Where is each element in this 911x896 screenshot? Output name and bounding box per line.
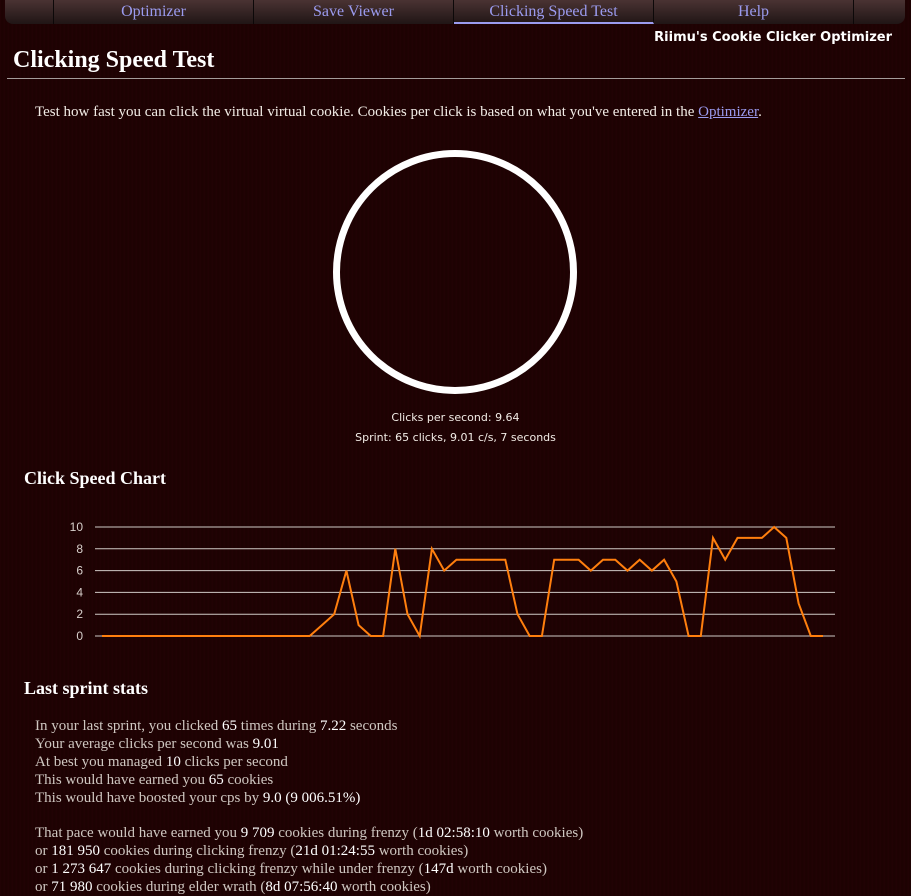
nav-spacer-left [5, 0, 54, 24]
nav-tab-optimizer[interactable]: Optimizer [54, 0, 254, 24]
nav-spacer-right [854, 0, 901, 24]
y-tick-label: 2 [76, 607, 83, 621]
site-brand: Riimu's Cookie Clicker Optimizer [654, 30, 892, 45]
stat-best-cps: At best you managed 10 clicks per second [35, 753, 397, 771]
y-tick-label: 8 [76, 542, 83, 556]
stat-clicks-duration: In your last sprint, you clicked 65 time… [35, 717, 397, 735]
projection-elder-wrath: or 71 980 cookies during elder wrath (8d… [35, 878, 583, 896]
projection-clicking-frenzy-under-frenzy: or 1 273 647 cookies during clicking fre… [35, 860, 583, 878]
intro-text: Test how fast you can click the virtual … [35, 104, 762, 121]
click-speed-chart: 0 2 4 6 8 10 [60, 515, 850, 645]
stat-cookies-earned: This would have earned you 65 cookies [35, 771, 397, 789]
top-navigation: Optimizer Save Viewer Clicking Speed Tes… [5, 0, 905, 24]
intro-suffix: . [758, 104, 762, 120]
chart-y-tick-labels: 0 2 4 6 8 10 [70, 520, 84, 643]
projection-frenzy: That pace would have earned you 9 709 co… [35, 824, 583, 842]
stat-cps-boost: This would have boosted your cps by 9.0 … [35, 789, 397, 807]
nav-tab-help[interactable]: Help [654, 0, 854, 24]
y-tick-label: 4 [76, 585, 83, 599]
sprint-stats-projections: That pace would have earned you 9 709 co… [35, 824, 583, 896]
sprint-stats-summary: In your last sprint, you clicked 65 time… [35, 717, 397, 807]
sprint-readout: Sprint: 65 clicks, 9.01 c/s, 7 seconds [0, 431, 911, 444]
y-tick-label: 10 [70, 520, 84, 534]
intro-body: Test how fast you can click the virtual … [35, 104, 698, 120]
page-title: Clicking Speed Test [13, 47, 214, 74]
nav-tab-save-viewer[interactable]: Save Viewer [254, 0, 454, 24]
nav-tab-clicking-speed-test[interactable]: Clicking Speed Test [454, 0, 654, 24]
chart-section-title: Click Speed Chart [24, 468, 166, 489]
stat-average-cps: Your average clicks per second was 9.01 [35, 735, 397, 753]
click-cookie-button[interactable] [333, 150, 577, 394]
clicks-per-second-readout: Clicks per second: 9.64 [0, 411, 911, 424]
projection-clicking-frenzy: or 181 950 cookies during clicking frenz… [35, 842, 583, 860]
optimizer-link[interactable]: Optimizer [698, 104, 758, 120]
chart-series [102, 527, 823, 636]
series-line [102, 527, 823, 636]
y-tick-label: 0 [76, 629, 83, 643]
chart-gridlines [95, 527, 835, 636]
title-divider [7, 78, 905, 79]
y-tick-label: 6 [76, 564, 83, 578]
stats-section-title: Last sprint stats [24, 678, 148, 699]
